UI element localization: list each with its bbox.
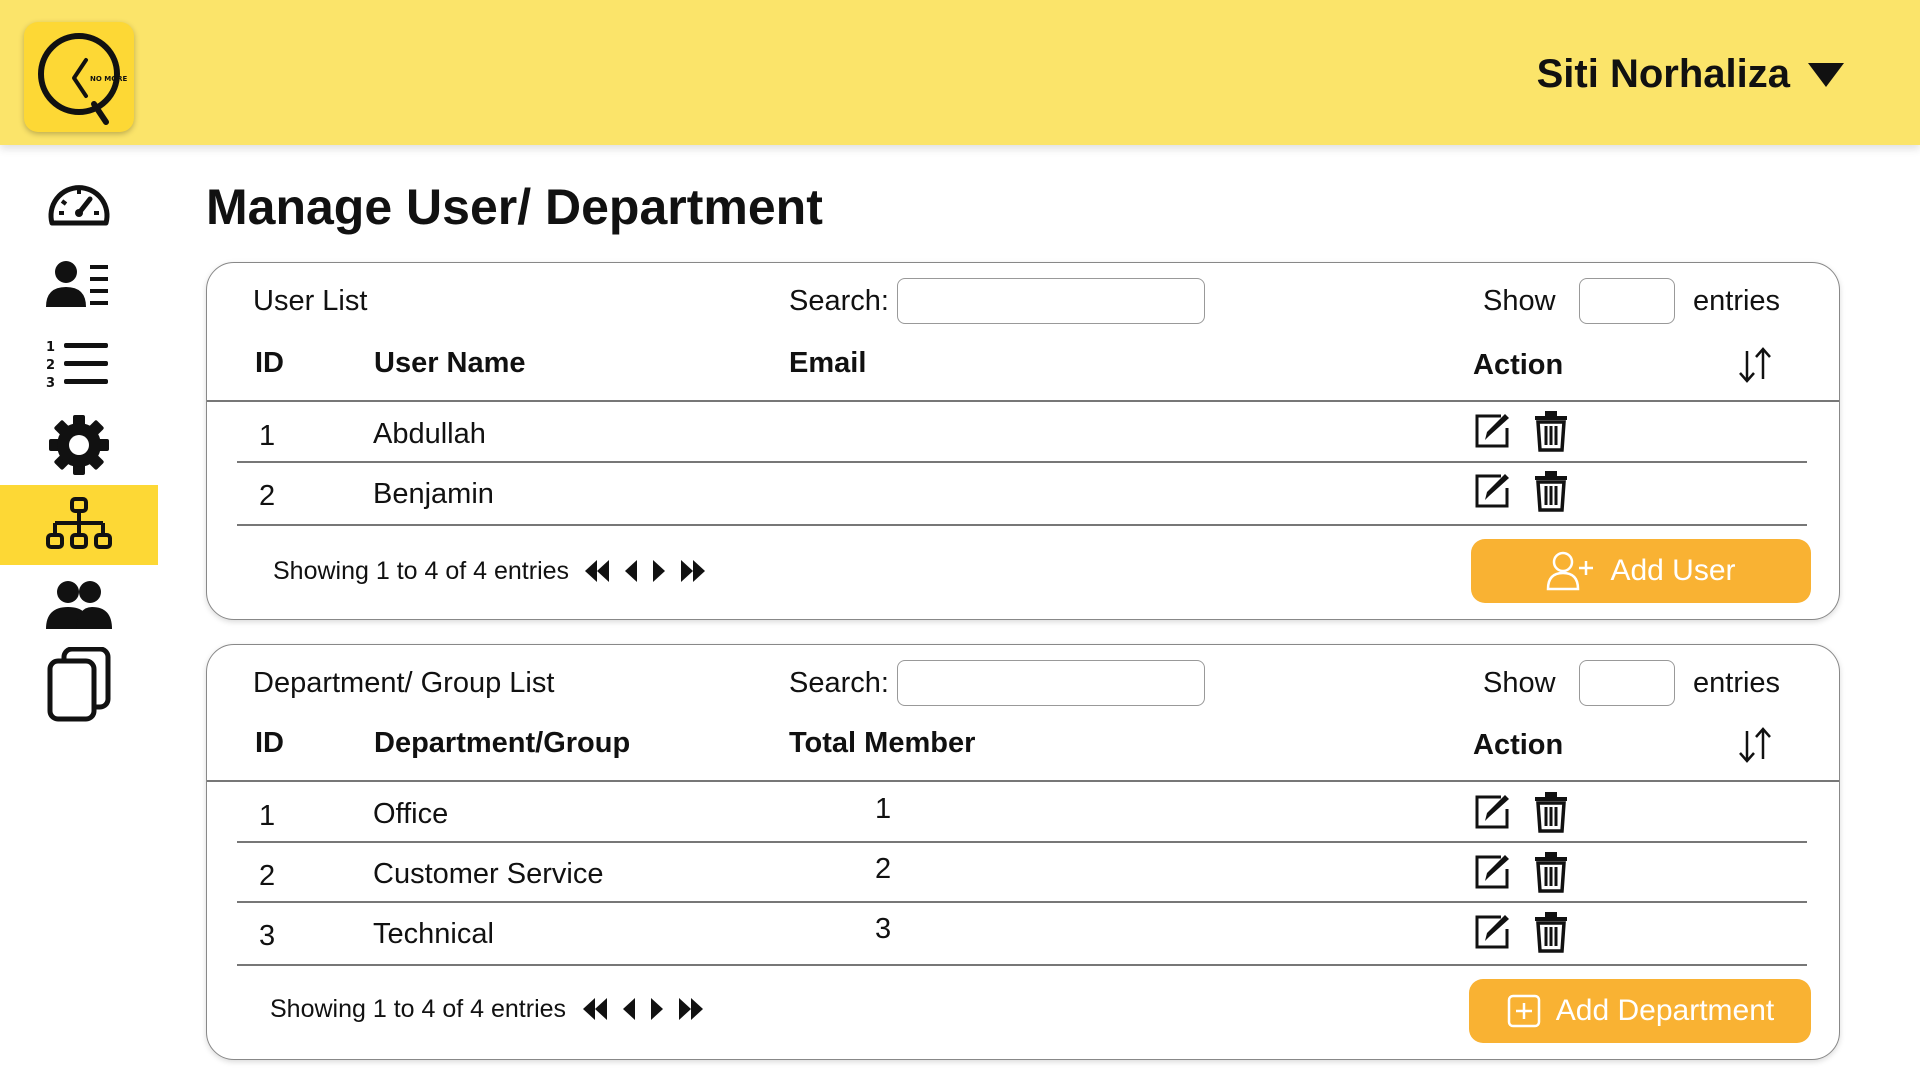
trash-icon[interactable] xyxy=(1533,470,1569,512)
user-row-2-id: 2 xyxy=(259,480,276,512)
row-divider xyxy=(237,461,1807,463)
trash-icon[interactable] xyxy=(1533,410,1569,452)
svg-text:2: 2 xyxy=(46,358,55,373)
trash-icon[interactable] xyxy=(1533,791,1569,833)
user-show-label: Show xyxy=(1483,285,1556,317)
user-name[interactable]: Siti Norhaliza xyxy=(1537,52,1790,97)
column-header-email[interactable]: Email xyxy=(789,347,866,380)
svg-text:1: 1 xyxy=(46,340,55,355)
numbered-list-icon: 1 2 3 xyxy=(46,340,108,391)
department-row-1-id: 1 xyxy=(259,800,276,832)
user-row-2-name: Benjamin xyxy=(373,478,494,510)
sidebar-item-settings[interactable] xyxy=(0,405,158,485)
logo-icon: NO MORE xyxy=(38,33,128,125)
edit-icon[interactable] xyxy=(1471,470,1513,512)
header-divider xyxy=(207,400,1839,402)
column-header-total-member[interactable]: Total Member xyxy=(789,727,975,760)
chevron-down-icon[interactable] xyxy=(1808,62,1844,87)
org-chart-icon xyxy=(46,497,112,549)
dashboard-gauge-icon xyxy=(48,185,110,226)
svg-text:3: 3 xyxy=(46,376,55,391)
user-pager-text: Showing 1 to 4 of 4 entries xyxy=(273,557,570,585)
first-page-icon[interactable] xyxy=(581,996,609,1022)
last-page-icon[interactable] xyxy=(677,996,705,1022)
trash-icon[interactable] xyxy=(1533,911,1569,953)
sidebar-item-user-profile[interactable] xyxy=(0,245,158,325)
department-row-2-name: Customer Service xyxy=(373,858,604,890)
edit-icon[interactable] xyxy=(1471,410,1513,452)
add-user-label: Add User xyxy=(1610,554,1736,587)
user-search-label: Search: xyxy=(789,285,889,317)
department-row-3-id: 3 xyxy=(259,920,276,952)
add-department-button[interactable]: Add Department xyxy=(1469,979,1811,1043)
department-row-2-id: 2 xyxy=(259,860,276,892)
gear-icon xyxy=(49,415,109,475)
department-row-3-members: 3 xyxy=(875,913,892,945)
previous-page-icon[interactable] xyxy=(623,558,639,584)
add-square-icon xyxy=(1507,994,1541,1028)
department-list-panel: Department/ Group List Search: Show entr… xyxy=(206,644,1840,1060)
column-header-user-name[interactable]: User Name xyxy=(374,347,526,380)
trash-icon[interactable] xyxy=(1533,851,1569,893)
column-header-department-group[interactable]: Department/Group xyxy=(374,727,630,760)
user-list-title: User List xyxy=(253,285,368,317)
department-pager-text: Showing 1 to 4 of 4 entries xyxy=(270,995,567,1023)
row-divider xyxy=(237,901,1807,903)
user-row-1-name: Abdullah xyxy=(373,418,486,450)
user-profile-list-icon xyxy=(46,261,108,307)
edit-icon[interactable] xyxy=(1471,791,1513,833)
department-row-1-name: Office xyxy=(373,798,449,830)
user-show-entries-input[interactable] xyxy=(1579,278,1675,324)
department-show-label: Show xyxy=(1483,667,1556,699)
add-user-button[interactable]: Add User xyxy=(1471,539,1811,603)
row-divider xyxy=(237,841,1807,843)
column-header-action: Action xyxy=(1473,349,1564,381)
first-page-icon[interactable] xyxy=(583,558,611,584)
edit-icon[interactable] xyxy=(1471,911,1513,953)
department-row-3-name: Technical xyxy=(373,918,494,950)
add-department-label: Add Department xyxy=(1555,994,1775,1027)
add-user-icon xyxy=(1547,551,1594,591)
last-page-icon[interactable] xyxy=(679,558,707,584)
user-entries-label: entries xyxy=(1693,285,1781,317)
user-menu[interactable]: Siti Norhaliza xyxy=(1537,52,1844,97)
header-divider xyxy=(207,780,1839,782)
department-row-1-members: 1 xyxy=(875,793,892,825)
department-list-title: Department/ Group List xyxy=(253,667,555,699)
user-row-1-id: 1 xyxy=(259,420,276,452)
user-list-panel: User List Search: Show entries ID User N… xyxy=(206,262,1840,620)
users-group-icon xyxy=(46,581,112,629)
copy-pages-icon xyxy=(47,647,111,722)
column-header-id[interactable]: ID xyxy=(255,347,284,380)
department-show-entries-input[interactable] xyxy=(1579,660,1675,706)
edit-icon[interactable] xyxy=(1471,851,1513,893)
sidebar-item-documents[interactable] xyxy=(0,645,158,725)
top-header: NO MORE Siti Norhaliza xyxy=(0,0,1920,145)
user-search-input[interactable] xyxy=(897,278,1205,324)
page-title: Manage User/ Department xyxy=(206,179,823,235)
department-search-label: Search: xyxy=(789,667,889,699)
sidebar-item-dashboard[interactable] xyxy=(0,165,158,245)
column-header-id[interactable]: ID xyxy=(255,727,284,760)
row-divider xyxy=(237,964,1807,966)
department-entries-label: entries xyxy=(1693,667,1781,699)
next-page-icon[interactable] xyxy=(651,558,667,584)
sidebar-item-org-structure[interactable] xyxy=(0,485,158,565)
department-row-2-members: 2 xyxy=(875,853,892,885)
previous-page-icon[interactable] xyxy=(621,996,637,1022)
sidebar-item-users[interactable] xyxy=(0,565,158,645)
next-page-icon[interactable] xyxy=(649,996,665,1022)
row-divider xyxy=(237,524,1807,526)
column-header-action: Action xyxy=(1473,729,1564,761)
logo-text: NO MORE xyxy=(90,75,128,83)
sidebar-item-list[interactable]: 1 2 3 xyxy=(0,325,158,405)
app-logo[interactable]: NO MORE xyxy=(24,22,134,132)
sort-icon[interactable] xyxy=(1735,725,1775,765)
sidebar: 1 2 3 xyxy=(0,165,158,725)
sort-icon[interactable] xyxy=(1735,345,1775,385)
department-search-input[interactable] xyxy=(897,660,1205,706)
